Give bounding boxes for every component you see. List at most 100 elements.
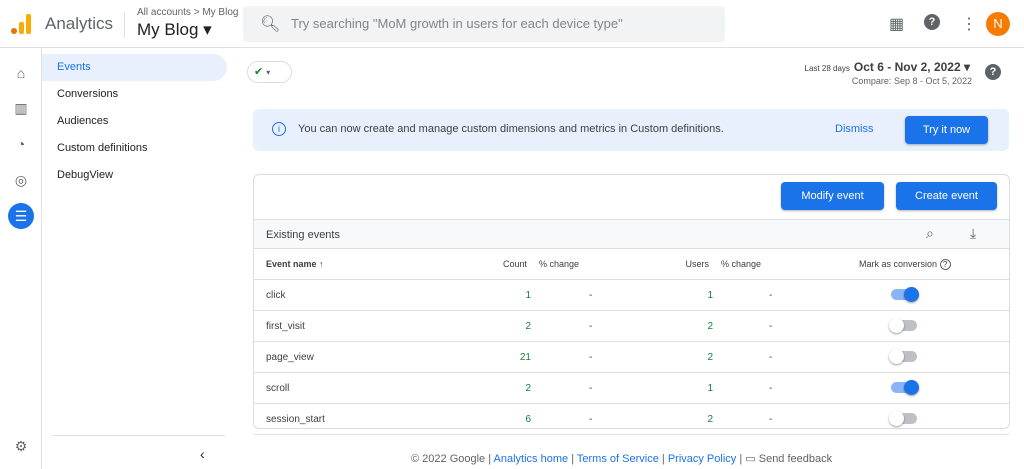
- col-users-change[interactable]: % change: [721, 259, 761, 269]
- copyright: © 2022 Google |: [411, 453, 492, 465]
- sidebar-item-custom-definitions[interactable]: Custom definitions: [42, 135, 227, 162]
- more-vert-icon[interactable]: ⋮: [961, 14, 977, 34]
- sidebar-item-events[interactable]: Events: [42, 54, 227, 81]
- footer: © 2022 Google | Analytics home | Terms o…: [411, 452, 832, 465]
- advertising-icon[interactable]: ◎: [10, 169, 32, 191]
- event-name[interactable]: click: [266, 290, 285, 301]
- table-header: Event name ↑ Count % change Users % chan…: [254, 249, 1009, 280]
- info-icon: i: [272, 122, 286, 136]
- check-circle-icon: ✔: [254, 66, 264, 78]
- col-conversion-label: Mark as conversion: [859, 259, 938, 269]
- table-row: page_view 21 - 2 -: [254, 342, 1009, 373]
- table-toolbar: Existing events ⌕ ⤓: [254, 219, 1009, 249]
- modify-event-button[interactable]: Modify event: [781, 182, 884, 210]
- count-change: -: [589, 290, 593, 301]
- users: 1: [707, 290, 713, 301]
- divider: [124, 12, 125, 38]
- event-name[interactable]: first_visit: [266, 321, 305, 332]
- dismiss-button[interactable]: Dismiss: [835, 123, 874, 135]
- property-selector[interactable]: My Blog ▾: [137, 20, 212, 40]
- col-users[interactable]: Users: [685, 259, 709, 269]
- event-name[interactable]: page_view: [266, 352, 314, 363]
- create-event-button[interactable]: Create event: [896, 182, 997, 210]
- download-icon[interactable]: ⤓: [970, 225, 976, 242]
- dropdown-arrow-icon: ▾: [266, 68, 271, 77]
- count-change: -: [589, 352, 593, 363]
- col-event-name[interactable]: Event name ↑: [266, 259, 324, 269]
- table-row: first_visit 2 - 2 -: [254, 311, 1009, 342]
- conversion-toggle[interactable]: [889, 349, 917, 364]
- table-title: Existing events: [266, 229, 340, 241]
- settings-gear-icon[interactable]: ⚙: [10, 435, 32, 457]
- separator: |: [739, 453, 743, 465]
- count: 2: [525, 321, 531, 332]
- conversion-toggle[interactable]: [889, 411, 917, 426]
- separator: |: [661, 453, 665, 465]
- avatar[interactable]: N: [986, 12, 1010, 36]
- home-icon[interactable]: ⌂: [10, 62, 32, 84]
- count: 2: [525, 383, 531, 394]
- sidebar-item-audiences[interactable]: Audiences: [42, 108, 227, 135]
- date-range: Oct 6 - Nov 2, 2022 ▾: [853, 60, 970, 74]
- count: 6: [525, 414, 531, 425]
- configure-icon[interactable]: ☰: [8, 203, 34, 229]
- users-change: -: [769, 290, 773, 301]
- compare-range: Compare: Sep 8 - Oct 5, 2022: [851, 76, 972, 86]
- terms-link[interactable]: Terms of Service: [577, 453, 659, 465]
- table-row: session_start 6 - 2 -: [254, 404, 1009, 435]
- date-label: Last 28 days: [804, 64, 850, 73]
- users-change: -: [769, 383, 773, 394]
- status-filter-button[interactable]: ✔ ▾: [247, 61, 292, 83]
- collapse-chevron-icon[interactable]: ‹: [200, 446, 205, 462]
- try-it-now-button[interactable]: Try it now: [905, 116, 988, 144]
- users-change: -: [769, 352, 773, 363]
- users-change: -: [769, 414, 773, 425]
- explore-icon[interactable]: ◔: [10, 133, 32, 155]
- search-input[interactable]: 🔍︎ Try searching "MoM growth in users fo…: [243, 6, 725, 42]
- sidebar-item-debugview[interactable]: DebugView: [42, 162, 227, 189]
- users: 2: [707, 414, 713, 425]
- analytics-home-link[interactable]: Analytics home: [494, 453, 569, 465]
- conversion-toggle[interactable]: [891, 287, 919, 302]
- conversion-toggle[interactable]: [889, 318, 917, 333]
- conversion-toggle[interactable]: [891, 380, 919, 395]
- search-icon[interactable]: ⌕: [926, 225, 934, 242]
- table-row: scroll 2 - 1 -: [254, 373, 1009, 404]
- help-icon[interactable]: ?: [985, 64, 1001, 80]
- events-table-card: Modify event Create event Existing event…: [253, 174, 1010, 435]
- sidebar-item-conversions[interactable]: Conversions: [42, 81, 227, 108]
- separator: |: [571, 453, 575, 465]
- users-change: -: [769, 321, 773, 332]
- analytics-logo-icon: [11, 14, 31, 34]
- banner-text: You can now create and manage custom dim…: [298, 123, 724, 135]
- table-row: click 1 - 1 -: [254, 280, 1009, 311]
- count-change: -: [589, 414, 593, 425]
- date-range-picker[interactable]: Last 28 days Oct 6 - Nov 2, 2022 ▾: [805, 60, 970, 74]
- help-icon[interactable]: ?: [924, 14, 940, 30]
- privacy-link[interactable]: Privacy Policy: [668, 453, 736, 465]
- search-placeholder: Try searching "MoM growth in users for e…: [291, 16, 623, 31]
- count-change: -: [589, 321, 593, 332]
- apps-grid-icon[interactable]: ▦: [889, 14, 904, 34]
- users: 2: [707, 321, 713, 332]
- send-feedback-link[interactable]: Send feedback: [759, 453, 832, 465]
- top-bar: Analytics All accounts > My Blog My Blog…: [0, 0, 1024, 48]
- count-change: -: [589, 383, 593, 394]
- count: 1: [525, 290, 531, 301]
- reports-icon[interactable]: ▥: [10, 97, 32, 119]
- breadcrumb[interactable]: All accounts > My Blog: [137, 7, 238, 18]
- count: 21: [519, 352, 531, 363]
- main-content: ✔ ▾ Last 28 days Oct 6 - Nov 2, 2022 ▾ Co…: [242, 48, 1024, 469]
- feedback-icon: ▭: [745, 453, 756, 465]
- col-mark-conversion: Mark as conversion ?: [859, 259, 951, 270]
- event-name[interactable]: scroll: [266, 383, 289, 394]
- sidebar: Events Conversions Audiences Custom defi…: [42, 48, 232, 469]
- help-icon[interactable]: ?: [939, 259, 951, 270]
- col-count[interactable]: Count: [503, 259, 527, 269]
- app-name: Analytics: [45, 14, 114, 33]
- left-rail: ⌂ ▥ ◔ ◎ ☰ ⚙: [0, 48, 42, 469]
- event-name[interactable]: session_start: [266, 414, 325, 425]
- info-banner: i You can now create and manage custom d…: [253, 109, 1009, 151]
- col-count-change[interactable]: % change: [539, 259, 579, 269]
- users: 1: [707, 383, 713, 394]
